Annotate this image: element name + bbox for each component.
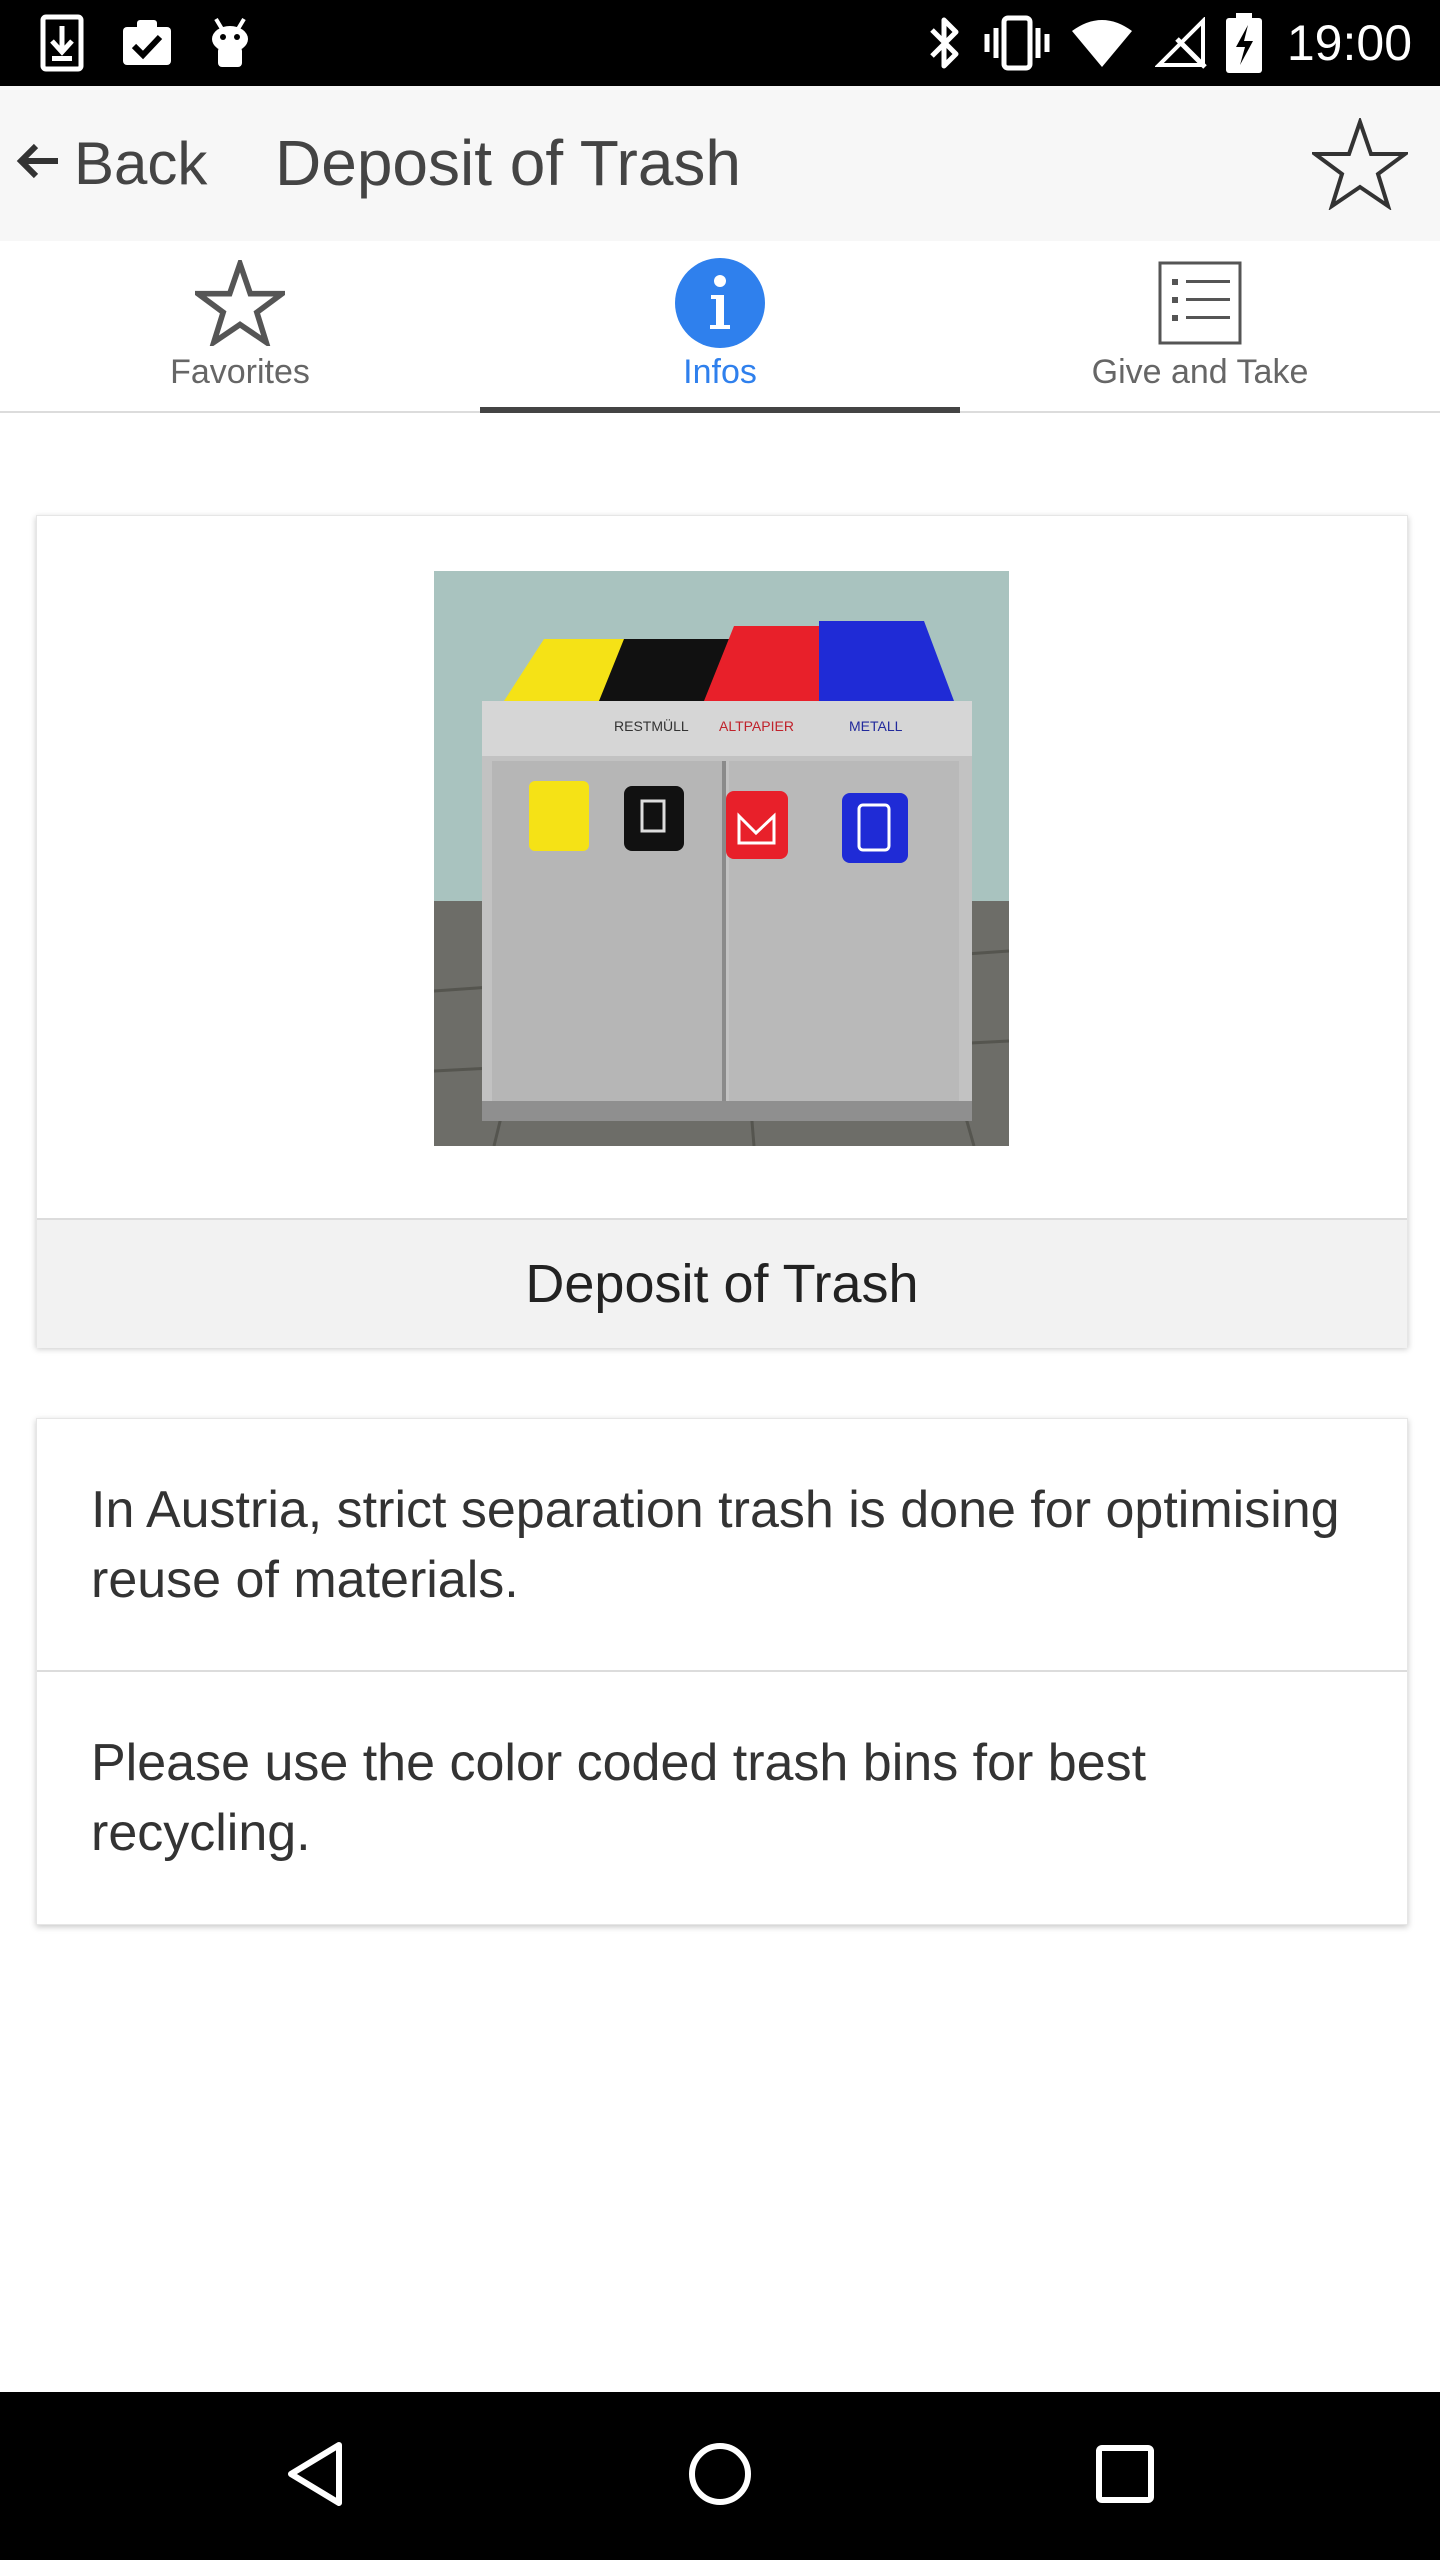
bin-label: METALL (849, 718, 903, 734)
vibrate-icon (982, 14, 1052, 72)
star-outline-icon (190, 253, 290, 353)
info-item: In Austria, strict separation trash is d… (37, 1419, 1407, 1672)
list-icon (1150, 253, 1250, 353)
image-card: RESTMÜLL ALTPAPIER METALL Deposit of Tra… (36, 515, 1408, 1348)
status-bar: 19:00 (0, 0, 1440, 86)
favorite-toggle-button[interactable] (1308, 115, 1412, 216)
navigation-bar (0, 2392, 1440, 2560)
back-label: Back (74, 130, 208, 197)
info-card: In Austria, strict separation trash is d… (36, 1418, 1408, 1925)
bluetooth-icon (924, 14, 964, 72)
bin-label: ALTPAPIER (719, 718, 794, 734)
bin-label: RESTMÜLL (614, 717, 689, 734)
trash-bins-photo: RESTMÜLL ALTPAPIER METALL (434, 571, 1009, 1146)
star-outline-icon (1308, 115, 1412, 215)
no-signal-icon (1155, 14, 1207, 72)
page-title: Deposit of Trash (275, 127, 741, 199)
tab-label: Give and Take (1091, 353, 1309, 391)
status-time: 19:00 (1286, 15, 1412, 71)
tab-label: Infos (683, 353, 757, 391)
tab-label: Favorites (170, 353, 310, 391)
tab-give-and-take[interactable]: Give and Take (960, 241, 1440, 411)
download-icon (40, 14, 84, 72)
back-triangle-icon (285, 2441, 345, 2512)
info-circle-icon (670, 253, 770, 353)
wifi-icon (1070, 14, 1134, 72)
tab-favorites[interactable]: Favorites (0, 241, 480, 411)
toolbar: Back Deposit of Trash (0, 86, 1440, 241)
info-item: Please use the color coded trash bins fo… (91, 1734, 1147, 1862)
nav-recents-button[interactable] (1075, 2426, 1175, 2526)
image-caption: Deposit of Trash (37, 1218, 1407, 1348)
nav-home-button[interactable] (670, 2426, 770, 2526)
clipboard-check-icon (120, 14, 174, 72)
arrow-left-icon (14, 141, 62, 186)
recents-square-icon (1096, 2444, 1154, 2508)
tab-infos[interactable]: Infos (480, 241, 960, 413)
home-circle-icon (688, 2442, 752, 2511)
nav-back-button[interactable] (265, 2426, 365, 2526)
back-button[interactable]: Back (14, 86, 207, 241)
android-icon (208, 14, 252, 72)
tab-bar: Favorites Infos Give and Take (0, 241, 1440, 413)
battery-charging-icon (1226, 13, 1262, 73)
